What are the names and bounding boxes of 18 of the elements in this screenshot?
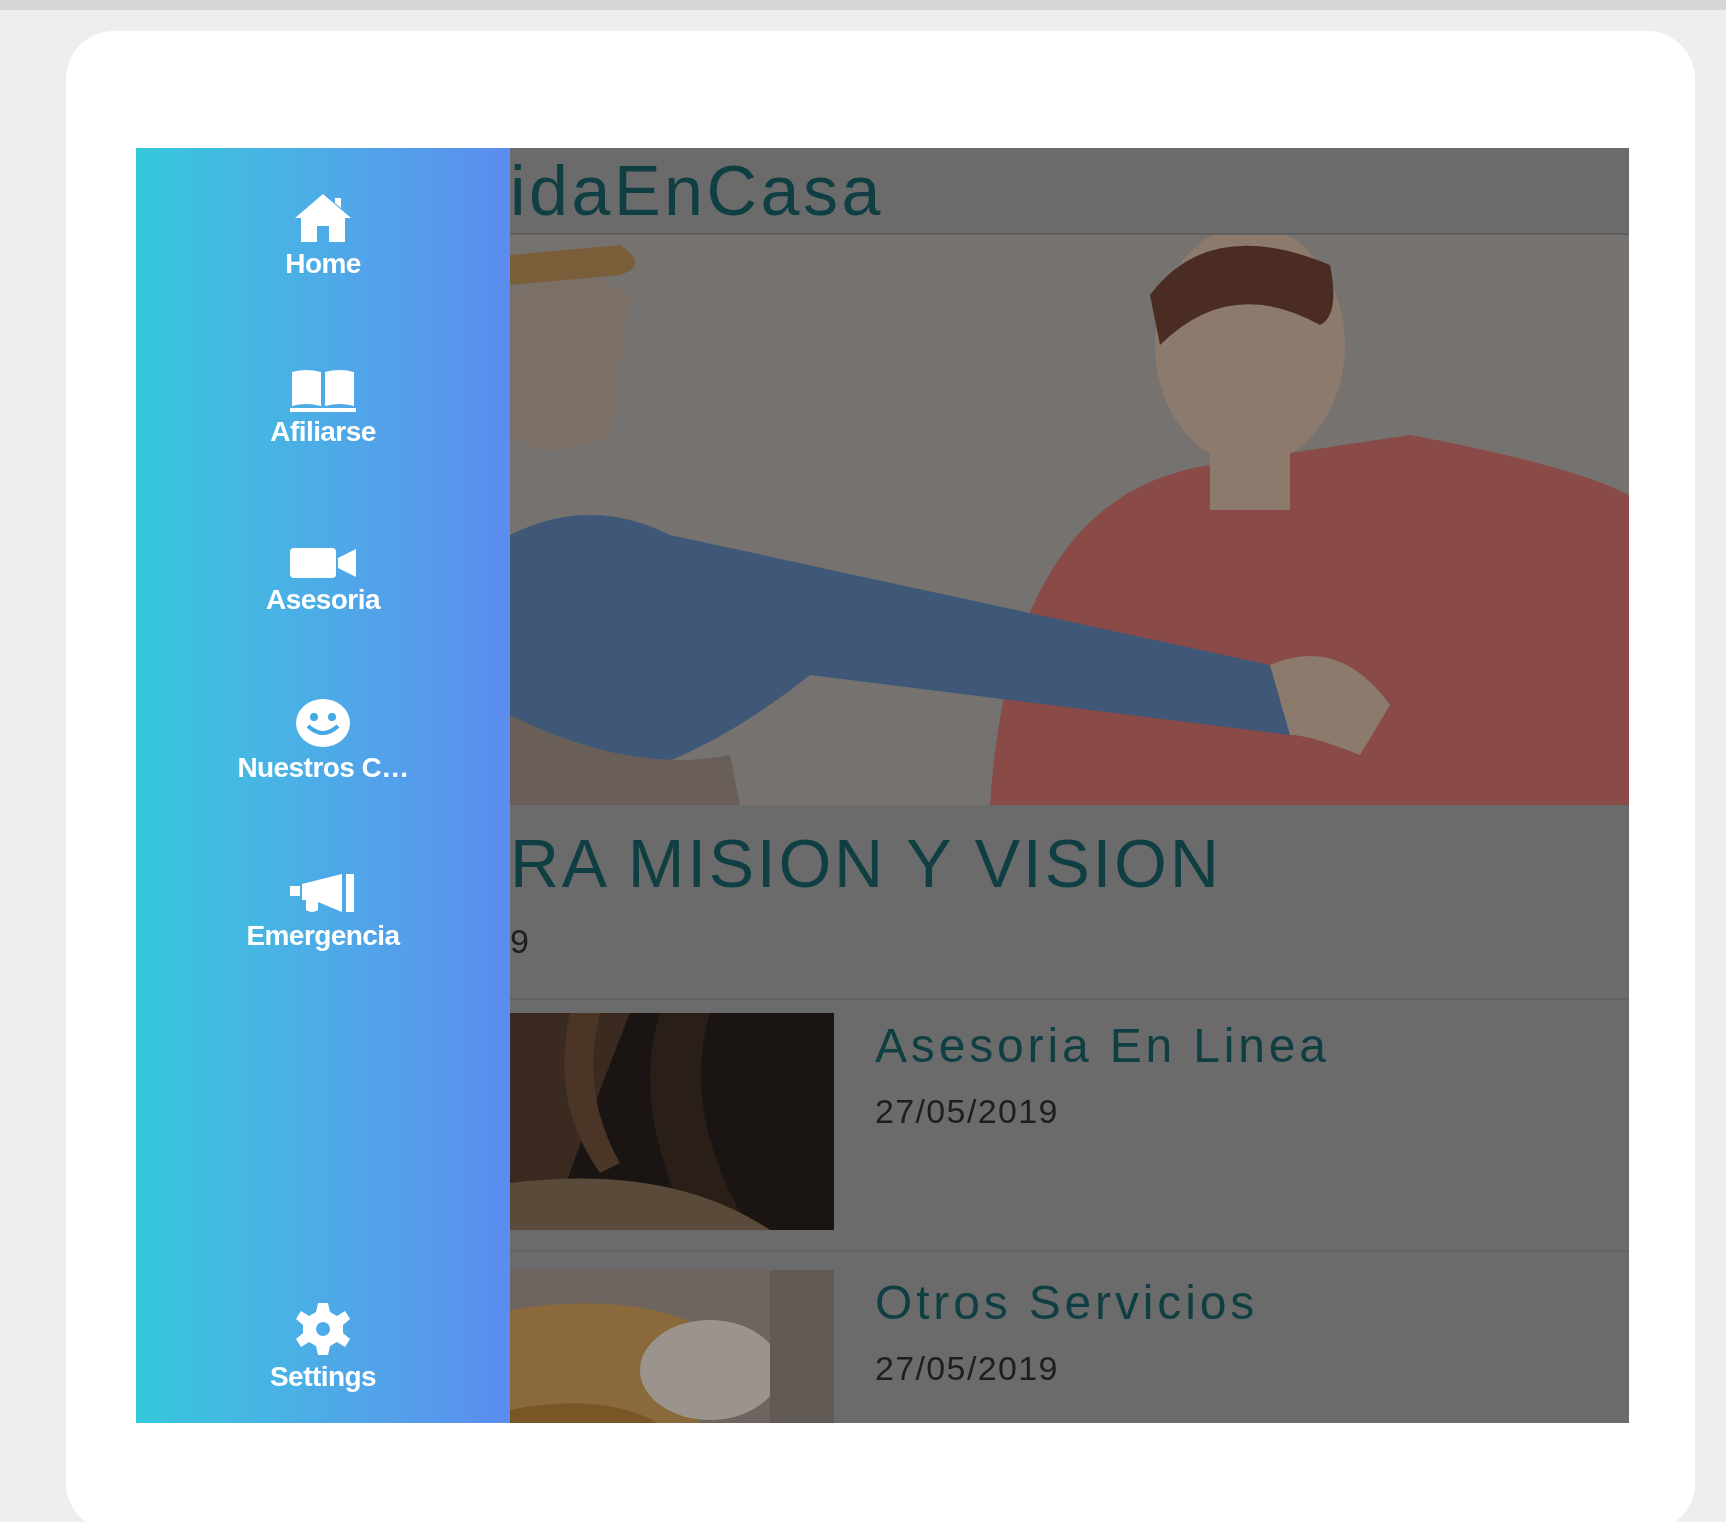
book-icon [288,368,358,412]
smiley-icon [295,698,351,748]
post-date: 27/05/2019 [875,1091,1059,1131]
settings-icon [295,1301,351,1357]
post-date: 27/05/2019 [875,1348,1059,1388]
app-title: idaEnCasa [510,150,884,231]
drawer-item[interactable]: Settings [270,1301,376,1393]
drawer-item[interactable]: Asesoria [266,524,380,616]
article-date: 9 [510,921,529,961]
post-title: Asesoria En Linea [875,1021,1330,1071]
post-title: Otros Servicios [875,1278,1258,1328]
home-icon [293,192,353,244]
drawer-item[interactable]: Nuestros C… [237,692,409,784]
drawer-item[interactable]: Emergencia [246,860,400,952]
drawer-item[interactable]: Afiliarse [270,356,376,448]
video-camera-icon [288,546,358,580]
drawer-item[interactable]: Home [285,188,361,280]
article-heading: RA MISION Y VISION [510,827,1223,899]
